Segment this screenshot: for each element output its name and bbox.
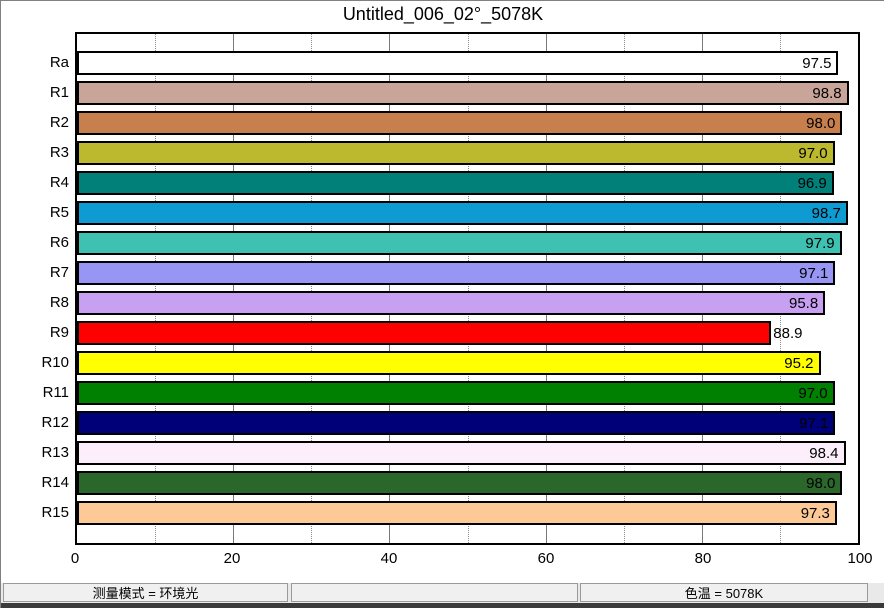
bar: 97.5 — [77, 51, 838, 75]
bar-value-label: 96.9 — [798, 175, 827, 192]
y-axis-label: R3 — [1, 138, 69, 168]
bar-row: 95.8 — [77, 288, 858, 318]
bar: 97.1 — [77, 261, 835, 285]
y-axis-label: R10 — [1, 348, 69, 378]
y-axis-labels: RaR1R2R3R4R5R6R7R8R9R10R11R12R13R14R15 — [1, 48, 69, 528]
y-axis-label: R2 — [1, 108, 69, 138]
bar-value-label: 88.9 — [773, 325, 802, 342]
bar: 97.1 — [77, 411, 835, 435]
plot-area: 97.5 98.8 98.0 97.0 96.9 98.7 97.9 97.1 95.8 88.9… — [75, 32, 860, 545]
y-axis-label: R8 — [1, 288, 69, 318]
x-axis-label: 80 — [695, 550, 712, 567]
bar-value-label: 98.7 — [812, 205, 841, 222]
x-axis-label: 0 — [71, 550, 79, 567]
bar-row: 97.3 — [77, 498, 858, 528]
bar: 97.0 — [77, 141, 835, 165]
y-axis-label: R11 — [1, 378, 69, 408]
bar-row: 88.9 — [77, 318, 858, 348]
x-axis-labels: 0 20 40 60 80 100 — [1, 550, 884, 572]
bar: 98.7 — [77, 201, 848, 225]
y-axis-label: R14 — [1, 468, 69, 498]
bar-value-label: 97.5 — [802, 55, 831, 72]
bar: 97.9 — [77, 231, 842, 255]
x-axis-label: 40 — [381, 550, 398, 567]
bar-value-label: 98.8 — [812, 85, 841, 102]
bar-row: 96.9 — [77, 168, 858, 198]
bar: 98.0 — [77, 111, 842, 135]
bar-row: 97.5 — [77, 48, 858, 78]
status-cell-measurement-mode: 测量模式 = 环境光 — [3, 583, 288, 602]
bar-value-label: 98.4 — [809, 445, 838, 462]
y-axis-label: R1 — [1, 78, 69, 108]
bar-row: 97.0 — [77, 378, 858, 408]
bar-row: 97.0 — [77, 138, 858, 168]
bar-value-label: 97.1 — [799, 265, 828, 282]
bar-value-label: 98.0 — [806, 475, 835, 492]
status-bar: 测量模式 = 环境光 色温 = 5078K — [1, 583, 884, 603]
bar-row: 98.0 — [77, 468, 858, 498]
y-axis-label: R13 — [1, 438, 69, 468]
x-axis-label: 100 — [847, 550, 872, 567]
y-axis-label: R9 — [1, 318, 69, 348]
bar-rows: 97.5 98.8 98.0 97.0 96.9 98.7 97.9 97.1 95.8 88.9… — [77, 34, 858, 543]
bar: 98.8 — [77, 81, 849, 105]
bar-row: 97.1 — [77, 258, 858, 288]
y-axis-label: R4 — [1, 168, 69, 198]
app-window: Untitled_006_02°_5078K RaR1R2R3R4R5R6R7R… — [0, 0, 884, 608]
bar-value-label: 97.9 — [805, 235, 834, 252]
bar-row: 98.4 — [77, 438, 858, 468]
y-axis-label: Ra — [1, 48, 69, 78]
x-axis-label: 60 — [538, 550, 555, 567]
status-cell-empty — [291, 583, 578, 602]
bar-row: 98.8 — [77, 78, 858, 108]
y-axis-label: R6 — [1, 228, 69, 258]
bar-row: 97.9 — [77, 228, 858, 258]
bar: 95.8 — [77, 291, 825, 315]
bar: 95.2 — [77, 351, 821, 375]
bar-row: 98.0 — [77, 108, 858, 138]
bar-row: 97.1 — [77, 408, 858, 438]
bar-row: 95.2 — [77, 348, 858, 378]
window-bottom-edge — [1, 603, 884, 608]
bar-value-label: 97.3 — [801, 505, 830, 522]
y-axis-label: R5 — [1, 198, 69, 228]
status-cell-color-temperature: 色温 = 5078K — [580, 583, 868, 602]
bar: 98.4 — [77, 441, 846, 465]
bar-row: 98.7 — [77, 198, 858, 228]
bar-value-label: 97.1 — [799, 415, 828, 432]
chart-title: Untitled_006_02°_5078K — [1, 4, 884, 25]
y-axis-label: R12 — [1, 408, 69, 438]
y-axis-label: R15 — [1, 498, 69, 528]
bar: 88.9 — [77, 321, 771, 345]
bar-value-label: 95.2 — [784, 355, 813, 372]
bar-value-label: 95.8 — [789, 295, 818, 312]
bar-value-label: 97.0 — [798, 145, 827, 162]
bar: 97.0 — [77, 381, 835, 405]
bar: 96.9 — [77, 171, 834, 195]
bar: 97.3 — [77, 501, 837, 525]
x-axis-label: 20 — [224, 550, 241, 567]
bar-value-label: 98.0 — [806, 115, 835, 132]
bar: 98.0 — [77, 471, 842, 495]
y-axis-label: R7 — [1, 258, 69, 288]
bar-value-label: 97.0 — [798, 385, 827, 402]
